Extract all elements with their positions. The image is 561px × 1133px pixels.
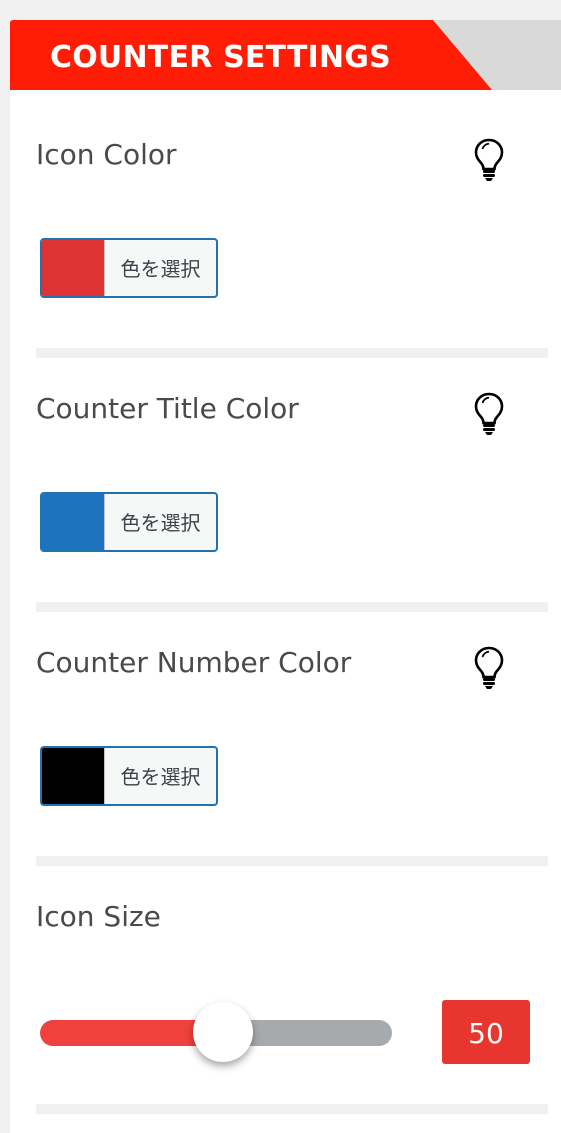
lightbulb-icon[interactable]: [473, 392, 505, 436]
setting-counter-number-color: Counter Number Color 色を選択: [36, 646, 548, 816]
lightbulb-icon[interactable]: [473, 138, 505, 182]
setting-label: Icon Size: [36, 900, 161, 933]
color-swatch: [42, 240, 105, 296]
divider: [36, 1104, 548, 1114]
setting-label: Counter Number Color: [36, 646, 352, 679]
select-color-label: 色を選択: [120, 511, 201, 535]
divider: [36, 602, 548, 612]
icon-size-slider-thumb[interactable]: [193, 1002, 254, 1062]
panel-header: COUNTER SETTINGS: [10, 20, 561, 90]
setting-label: Counter Title Color: [36, 392, 299, 425]
divider: [36, 348, 548, 358]
panel-title: COUNTER SETTINGS: [50, 40, 391, 75]
icon-size-value[interactable]: 50: [442, 1000, 530, 1064]
counter-settings-panel: COUNTER SETTINGS Icon Color 色を選択 Counter…: [10, 20, 561, 1133]
setting-icon-color: Icon Color 色を選択: [36, 138, 548, 308]
select-color-label: 色を選択: [120, 765, 201, 789]
setting-label: Icon Color: [36, 138, 177, 171]
color-picker-button[interactable]: 色を選択: [40, 492, 218, 552]
setting-counter-title-color: Counter Title Color 色を選択: [36, 392, 548, 562]
divider: [36, 856, 548, 866]
color-swatch: [42, 748, 105, 804]
color-picker-button[interactable]: 色を選択: [40, 746, 218, 806]
color-swatch: [42, 494, 105, 550]
setting-icon-size: Icon Size: [36, 900, 548, 960]
lightbulb-icon[interactable]: [473, 646, 505, 690]
color-picker-button[interactable]: 色を選択: [40, 238, 218, 298]
select-color-label: 色を選択: [120, 257, 201, 281]
